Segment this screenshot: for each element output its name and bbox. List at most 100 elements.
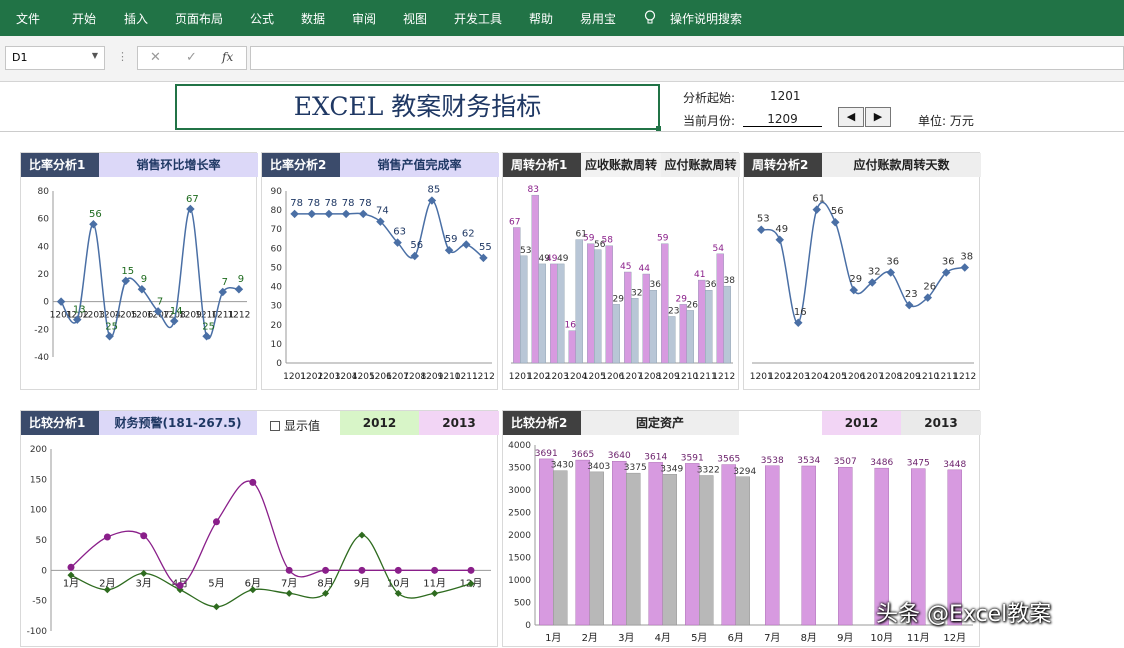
bar	[626, 472, 641, 626]
bar	[735, 476, 750, 626]
name-box[interactable]: D1 ▼	[5, 46, 105, 70]
data-label: 3430	[551, 461, 574, 471]
bar	[568, 330, 576, 364]
month-next-button[interactable]: ▶	[865, 107, 891, 127]
tab-data[interactable]: 数据	[301, 10, 325, 27]
bar	[575, 459, 590, 626]
y-tick-label: 60	[38, 215, 50, 225]
data-point	[775, 235, 784, 245]
tab-easy-tools[interactable]: 易用宝	[580, 10, 616, 27]
start-value[interactable]: 1201	[770, 89, 801, 103]
data-label: 3640	[608, 451, 631, 461]
data-label: 38	[724, 276, 736, 286]
data-label: 23	[905, 289, 918, 300]
x-tick-label: 6月	[728, 632, 744, 644]
data-point	[290, 209, 299, 219]
legend-2013: 2013	[419, 411, 499, 435]
chart-turnover-bars[interactable]: 1201120212031204120512061207120812091210…	[503, 177, 740, 391]
data-point	[307, 209, 316, 219]
tab-review[interactable]: 审阅	[352, 10, 376, 27]
y-tick-label: 90	[271, 187, 283, 197]
chart-sales-growth[interactable]: -40-200204060801201120212031204120512061…	[21, 177, 258, 391]
checkbox-label: 显示值	[284, 419, 321, 433]
data-point	[212, 603, 220, 611]
show-values-checkbox[interactable]: 显示值	[270, 417, 320, 434]
data-label: 29	[613, 294, 625, 304]
tell-me-search[interactable]: 操作说明搜索	[670, 10, 742, 27]
x-tick-label: 7月	[764, 632, 780, 644]
x-tick-label: 7月	[281, 577, 297, 589]
panel-ratio-1: 比率分析1 销售环比增长率 -40-2002040608012011202120…	[20, 152, 258, 391]
data-label: 44	[639, 264, 651, 274]
y-tick-label: -20	[34, 325, 49, 335]
data-label: 56	[410, 240, 423, 251]
chart-financial-warning[interactable]: -100-500501001502001月2月3月4月5月6月7月8月9月10月…	[21, 435, 499, 648]
tab-insert[interactable]: 插入	[124, 10, 148, 27]
data-label: 29	[676, 294, 688, 304]
data-point	[410, 251, 419, 261]
series-line	[760, 201, 965, 324]
tab-help[interactable]: 帮助	[529, 10, 553, 27]
legend-2012: 2012	[340, 411, 419, 435]
y-tick-label: 50	[36, 536, 48, 546]
panel-title: 固定资产	[581, 411, 739, 435]
data-label: 56	[89, 209, 102, 220]
data-label: 16	[565, 321, 577, 331]
data-label: 32	[868, 267, 881, 278]
insert-function-icon[interactable]: fx	[222, 50, 233, 64]
bar	[662, 474, 677, 626]
month-value[interactable]: 1209	[743, 112, 822, 127]
tab-page-layout[interactable]: 页面布局	[175, 10, 223, 27]
data-label: 36	[886, 256, 899, 267]
data-label: 85	[428, 185, 441, 196]
data-label: 3294	[733, 467, 756, 477]
watermark: 头条 @Excel教案	[876, 602, 1052, 627]
checkbox-box[interactable]	[270, 421, 280, 431]
x-tick-label: 8月	[317, 577, 333, 589]
panel-tag: 比率分析1	[21, 153, 99, 177]
panel-title-a: 应收账款周转	[581, 153, 661, 177]
name-box-value: D1	[12, 51, 28, 64]
panel-compare-1: 比较分析1 财务预警(181-267.5) 显示值 2012 2013 -100…	[20, 410, 499, 648]
chart-payable-days[interactable]: 1201120212031204120512061207120812091210…	[744, 177, 981, 391]
y-tick-label: 60	[271, 244, 283, 254]
data-point	[324, 209, 334, 219]
data-label: 26	[923, 282, 936, 293]
x-tick-label: 1212	[712, 372, 735, 382]
data-point	[358, 566, 366, 574]
dashboard-title-cell[interactable]: EXCEL 教案财务指标	[175, 84, 661, 131]
data-label: 3448	[943, 460, 966, 470]
data-point	[103, 533, 111, 541]
chart-output-completion[interactable]: 0102030405060708090120112021203120412051…	[262, 177, 499, 391]
y-tick-label: 80	[38, 187, 50, 197]
more-dots-icon: ⋮	[117, 50, 128, 63]
formula-buttons: ✕ ✓ fx	[137, 46, 247, 70]
panel-tag: 比率分析2	[262, 153, 340, 177]
chevron-down-icon[interactable]: ▼	[92, 51, 98, 60]
tab-formulas[interactable]: 公式	[250, 10, 274, 27]
enter-icon[interactable]: ✓	[186, 50, 197, 65]
y-tick-label: -40	[34, 353, 49, 363]
formula-input[interactable]	[250, 46, 1124, 70]
data-label: 41	[694, 270, 705, 280]
data-point	[431, 566, 439, 574]
x-tick-label: 5月	[691, 632, 707, 644]
data-point	[462, 240, 471, 249]
bar	[594, 249, 602, 364]
data-label: 36	[942, 256, 955, 267]
month-prev-button[interactable]: ◀	[838, 107, 864, 127]
y-tick-label: 2000	[508, 531, 531, 541]
tab-developer[interactable]: 开发工具	[454, 10, 502, 27]
tab-view[interactable]: 视图	[403, 10, 427, 27]
bar	[801, 465, 816, 626]
data-label: 83	[528, 185, 539, 195]
y-tick-label: 0	[276, 359, 282, 369]
data-label: 62	[462, 229, 475, 240]
data-label: 3475	[907, 459, 930, 469]
tab-home[interactable]: 开始	[72, 10, 96, 27]
bar	[624, 271, 632, 364]
data-point	[960, 263, 969, 272]
tab-file[interactable]: 文件	[16, 10, 40, 27]
data-point	[359, 209, 368, 219]
cancel-icon[interactable]: ✕	[150, 50, 161, 65]
